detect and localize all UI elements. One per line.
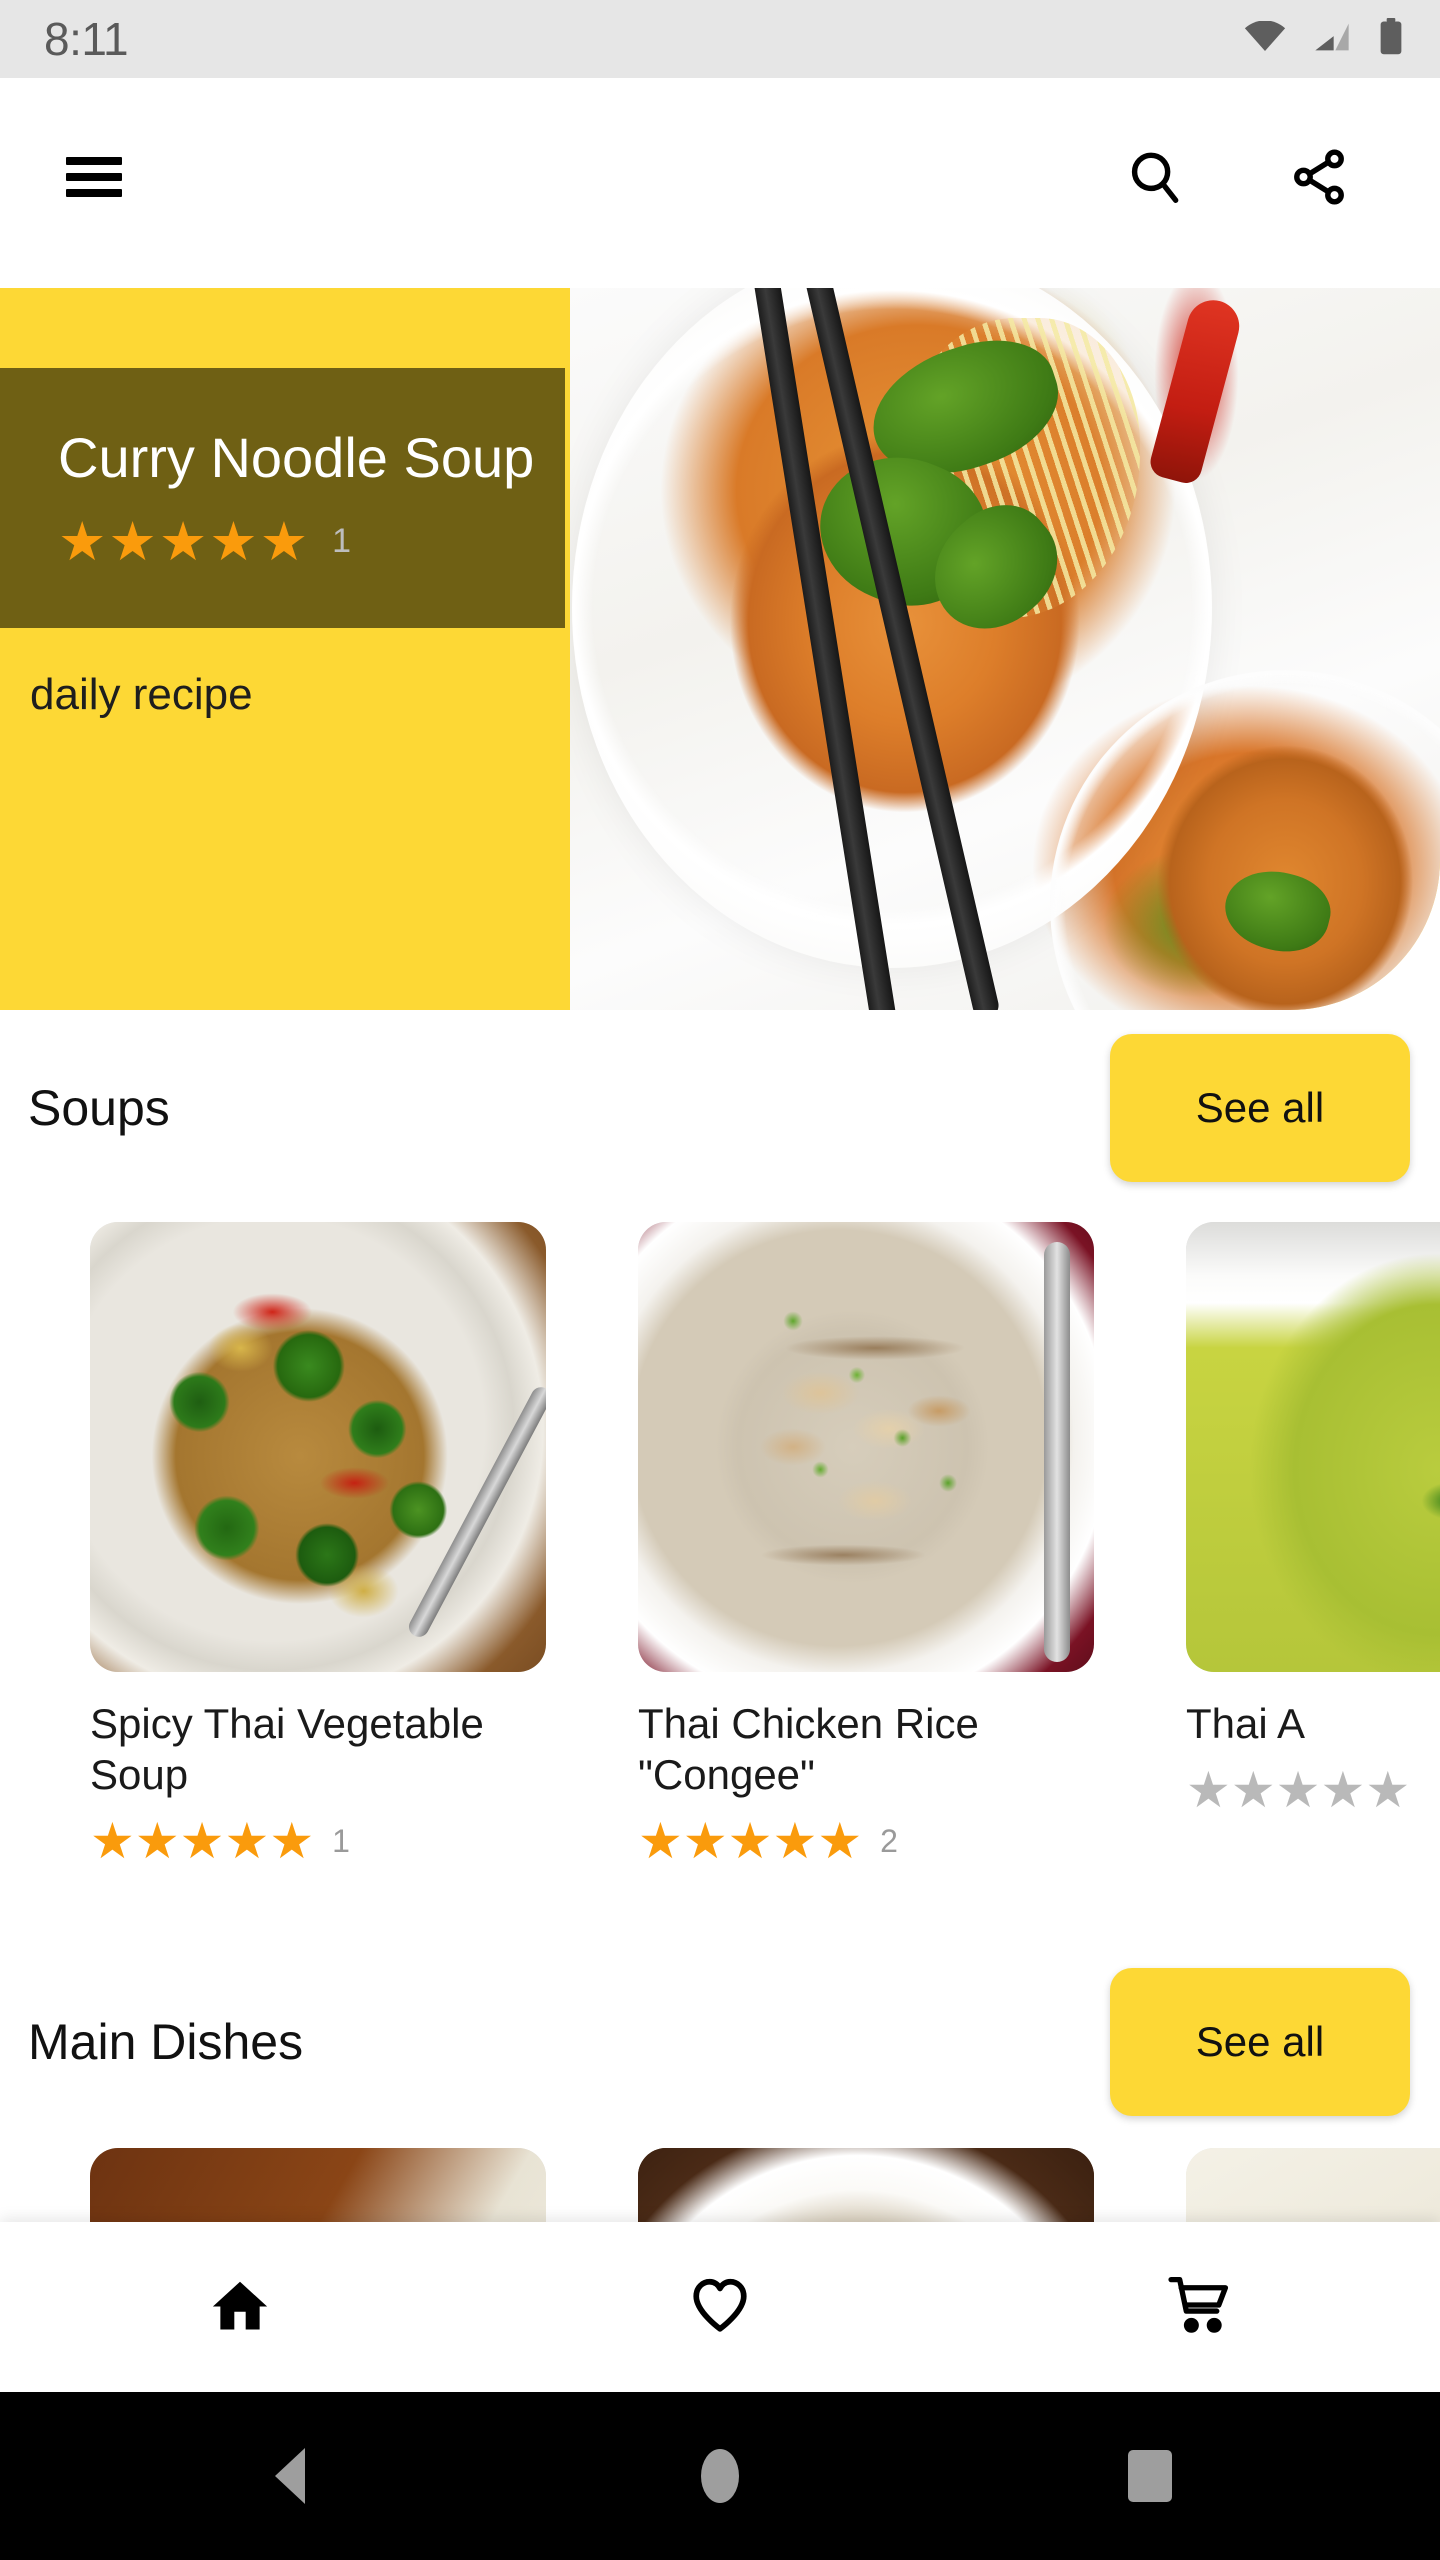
recipe-thumbnail[interactable]	[90, 1222, 546, 1672]
wifi-icon	[1244, 19, 1286, 58]
star-icon-filled: ★	[209, 511, 260, 572]
nav-item-home[interactable]	[0, 2222, 480, 2392]
share-icon[interactable]	[1274, 132, 1364, 222]
star-icon-filled: ★	[224, 1813, 270, 1867]
hero-text-overlay: Curry Noodle Soup ★ ★ ★ ★ ★ 1	[0, 368, 565, 628]
star-icon-filled: ★	[772, 1813, 818, 1867]
hero-subtitle: daily recipe	[30, 670, 253, 719]
star-icon-filled: ★	[90, 1813, 135, 1867]
hero-rating-count: 1	[332, 522, 352, 561]
hero-rating: ★ ★ ★ ★ ★ 1	[58, 515, 565, 569]
status-bar-clock: 8:11	[44, 13, 129, 65]
recipe-rating: ★ ★ ★ ★ ★ 2	[638, 1816, 1158, 1866]
star-icon-filled: ★	[158, 511, 210, 572]
star-icon-filled: ★	[682, 1813, 728, 1867]
bottom-navigation-bar	[0, 2222, 1440, 2392]
star-icon-filled: ★	[179, 1813, 225, 1867]
back-triangle-icon[interactable]	[230, 2416, 350, 2536]
star-icon-empty: ★	[1365, 1762, 1411, 1819]
nav-item-cart[interactable]	[960, 2222, 1440, 2392]
star-icon-filled: ★	[269, 1813, 315, 1867]
home-icon	[209, 2274, 271, 2341]
star-icon-empty: ★	[1186, 1762, 1231, 1819]
section-title-soups: Soups	[28, 1080, 170, 1136]
recipe-rating-count: 1	[332, 1822, 350, 1859]
app-screen: 8:11 Curry Noodle Soup ★ ★ ★ ★ ★ 1 daily…	[0, 0, 1440, 2560]
recipe-card[interactable]: Thai A ★ ★ ★ ★ ★	[1186, 1222, 1440, 1866]
star-icon-empty: ★	[1230, 1762, 1276, 1819]
star-icon-filled: ★	[58, 511, 109, 572]
shopping-cart-icon	[1167, 2274, 1233, 2341]
app-bar-actions	[1110, 132, 1394, 222]
recents-square-icon[interactable]	[1090, 2416, 1210, 2536]
hero-banner-card[interactable]: Curry Noodle Soup ★ ★ ★ ★ ★ 1 daily reci…	[0, 288, 1440, 1010]
see-all-button-soups[interactable]: See all	[1110, 1034, 1410, 1182]
cellular-signal-icon	[1312, 21, 1352, 58]
recipe-thumbnail[interactable]	[1186, 1222, 1440, 1672]
status-bar-icons	[1244, 17, 1404, 61]
star-icon-filled: ★	[134, 1813, 180, 1867]
recipe-rating: ★ ★ ★ ★ ★ 1	[90, 1816, 610, 1866]
star-icon-filled: ★	[108, 511, 159, 572]
nav-item-favorites[interactable]	[480, 2222, 960, 2392]
star-icon-filled: ★	[727, 1813, 773, 1867]
hero-food-photo	[570, 288, 1440, 1010]
recipe-title: Thai A	[1186, 1700, 1306, 1747]
star-icon-empty: ★	[1275, 1762, 1321, 1819]
section-title-main-dishes: Main Dishes	[28, 2014, 304, 2070]
section-header-soups: Soups See all	[0, 1028, 1440, 1188]
home-circle-icon[interactable]	[660, 2416, 780, 2536]
recipe-title: Spicy Thai Vegetable Soup	[90, 1700, 484, 1799]
star-icon-filled: ★	[638, 1813, 683, 1867]
recipe-card[interactable]: Spicy Thai Vegetable Soup ★ ★ ★ ★ ★ 1	[90, 1222, 610, 1866]
star-icon-filled: ★	[259, 511, 311, 572]
star-icon-empty: ★	[1320, 1762, 1366, 1819]
hero-title: Curry Noodle Soup	[58, 426, 535, 490]
recipe-card[interactable]: Thai Chicken Rice "Congee" ★ ★ ★ ★ ★ 2	[638, 1222, 1158, 1866]
recipe-rating-count: 2	[880, 1822, 898, 1859]
search-icon[interactable]	[1110, 132, 1200, 222]
hamburger-menu-icon[interactable]	[66, 157, 122, 197]
recipe-thumbnail[interactable]	[638, 1222, 1094, 1672]
card-row-soups[interactable]: Spicy Thai Vegetable Soup ★ ★ ★ ★ ★ 1 Th…	[0, 1222, 1440, 1866]
battery-icon	[1378, 17, 1404, 61]
see-all-button-main-dishes[interactable]: See all	[1110, 1968, 1410, 2116]
star-icon-filled: ★	[817, 1813, 863, 1867]
status-bar: 8:11	[0, 0, 1440, 78]
app-bar	[0, 78, 1440, 276]
heart-icon	[689, 2274, 751, 2341]
recipe-rating: ★ ★ ★ ★ ★	[1186, 1765, 1440, 1815]
recipe-title: Thai Chicken Rice "Congee"	[638, 1700, 979, 1799]
android-system-navigation-bar	[0, 2392, 1440, 2560]
section-header-main-dishes: Main Dishes See all	[0, 1962, 1440, 2122]
